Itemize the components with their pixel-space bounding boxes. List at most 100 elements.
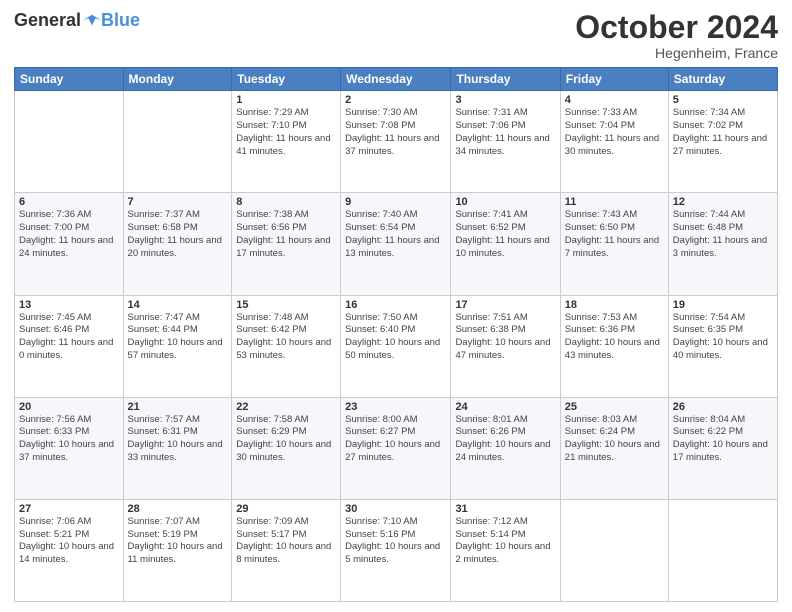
calendar-cell: 29 Sunrise: 7:09 AM Sunset: 5:17 PM Dayl…: [232, 499, 341, 601]
day-detail: Sunrise: 7:07 AM Sunset: 5:19 PM Dayligh…: [128, 516, 228, 567]
day-number: 25: [565, 401, 664, 413]
calendar-cell: 8 Sunrise: 7:38 AM Sunset: 6:56 PM Dayli…: [232, 193, 341, 295]
calendar-week-5: 27 Sunrise: 7:06 AM Sunset: 5:21 PM Dayl…: [15, 499, 778, 601]
day-number: 6: [19, 196, 119, 208]
day-detail: Sunrise: 7:31 AM Sunset: 7:06 PM Dayligh…: [455, 107, 555, 158]
day-number: 27: [19, 503, 119, 515]
day-detail: Sunrise: 7:48 AM Sunset: 6:42 PM Dayligh…: [236, 312, 336, 363]
day-detail: Sunrise: 7:12 AM Sunset: 5:14 PM Dayligh…: [455, 516, 555, 567]
logo-bird-icon: [83, 12, 101, 30]
day-number: 28: [128, 503, 228, 515]
day-number: 2: [345, 94, 446, 106]
calendar-header-row: Sunday Monday Tuesday Wednesday Thursday…: [15, 68, 778, 91]
day-detail: Sunrise: 7:41 AM Sunset: 6:52 PM Dayligh…: [455, 209, 555, 260]
day-number: 24: [455, 401, 555, 413]
day-detail: Sunrise: 8:04 AM Sunset: 6:22 PM Dayligh…: [673, 414, 773, 465]
calendar-cell: 9 Sunrise: 7:40 AM Sunset: 6:54 PM Dayli…: [341, 193, 451, 295]
calendar-cell: 19 Sunrise: 7:54 AM Sunset: 6:35 PM Dayl…: [668, 295, 777, 397]
calendar-cell: 28 Sunrise: 7:07 AM Sunset: 5:19 PM Dayl…: [123, 499, 232, 601]
day-number: 22: [236, 401, 336, 413]
calendar-cell: 26 Sunrise: 8:04 AM Sunset: 6:22 PM Dayl…: [668, 397, 777, 499]
calendar-week-2: 6 Sunrise: 7:36 AM Sunset: 7:00 PM Dayli…: [15, 193, 778, 295]
day-number: 30: [345, 503, 446, 515]
day-number: 5: [673, 94, 773, 106]
day-detail: Sunrise: 7:50 AM Sunset: 6:40 PM Dayligh…: [345, 312, 446, 363]
day-number: 11: [565, 196, 664, 208]
calendar-cell: 4 Sunrise: 7:33 AM Sunset: 7:04 PM Dayli…: [560, 91, 668, 193]
calendar-table: Sunday Monday Tuesday Wednesday Thursday…: [14, 67, 778, 602]
day-detail: Sunrise: 7:45 AM Sunset: 6:46 PM Dayligh…: [19, 312, 119, 363]
day-number: 20: [19, 401, 119, 413]
calendar-cell: 3 Sunrise: 7:31 AM Sunset: 7:06 PM Dayli…: [451, 91, 560, 193]
day-number: 12: [673, 196, 773, 208]
calendar-cell: 12 Sunrise: 7:44 AM Sunset: 6:48 PM Dayl…: [668, 193, 777, 295]
day-number: 16: [345, 299, 446, 311]
calendar-cell: 1 Sunrise: 7:29 AM Sunset: 7:10 PM Dayli…: [232, 91, 341, 193]
day-number: 18: [565, 299, 664, 311]
calendar-cell: [123, 91, 232, 193]
logo: General Blue: [14, 10, 140, 31]
calendar-cell: 11 Sunrise: 7:43 AM Sunset: 6:50 PM Dayl…: [560, 193, 668, 295]
calendar-cell: 31 Sunrise: 7:12 AM Sunset: 5:14 PM Dayl…: [451, 499, 560, 601]
calendar-cell: 10 Sunrise: 7:41 AM Sunset: 6:52 PM Dayl…: [451, 193, 560, 295]
page: General Blue October 2024 Hegenheim, Fra…: [0, 0, 792, 612]
day-number: 7: [128, 196, 228, 208]
calendar-cell: [15, 91, 124, 193]
day-number: 31: [455, 503, 555, 515]
calendar-week-3: 13 Sunrise: 7:45 AM Sunset: 6:46 PM Dayl…: [15, 295, 778, 397]
day-detail: Sunrise: 7:36 AM Sunset: 7:00 PM Dayligh…: [19, 209, 119, 260]
day-number: 9: [345, 196, 446, 208]
day-number: 1: [236, 94, 336, 106]
calendar-week-1: 1 Sunrise: 7:29 AM Sunset: 7:10 PM Dayli…: [15, 91, 778, 193]
day-number: 29: [236, 503, 336, 515]
month-title: October 2024: [575, 10, 778, 45]
col-sunday: Sunday: [15, 68, 124, 91]
day-detail: Sunrise: 7:40 AM Sunset: 6:54 PM Dayligh…: [345, 209, 446, 260]
day-detail: Sunrise: 7:47 AM Sunset: 6:44 PM Dayligh…: [128, 312, 228, 363]
calendar-cell: 15 Sunrise: 7:48 AM Sunset: 6:42 PM Dayl…: [232, 295, 341, 397]
day-detail: Sunrise: 7:38 AM Sunset: 6:56 PM Dayligh…: [236, 209, 336, 260]
day-detail: Sunrise: 7:57 AM Sunset: 6:31 PM Dayligh…: [128, 414, 228, 465]
day-number: 4: [565, 94, 664, 106]
day-number: 13: [19, 299, 119, 311]
calendar-cell: 5 Sunrise: 7:34 AM Sunset: 7:02 PM Dayli…: [668, 91, 777, 193]
day-detail: Sunrise: 7:58 AM Sunset: 6:29 PM Dayligh…: [236, 414, 336, 465]
logo-blue-text: Blue: [101, 10, 140, 31]
day-number: 14: [128, 299, 228, 311]
calendar-cell: 13 Sunrise: 7:45 AM Sunset: 6:46 PM Dayl…: [15, 295, 124, 397]
day-detail: Sunrise: 8:00 AM Sunset: 6:27 PM Dayligh…: [345, 414, 446, 465]
col-saturday: Saturday: [668, 68, 777, 91]
day-detail: Sunrise: 7:43 AM Sunset: 6:50 PM Dayligh…: [565, 209, 664, 260]
calendar-cell: 24 Sunrise: 8:01 AM Sunset: 6:26 PM Dayl…: [451, 397, 560, 499]
calendar-cell: 30 Sunrise: 7:10 AM Sunset: 5:16 PM Dayl…: [341, 499, 451, 601]
calendar-week-4: 20 Sunrise: 7:56 AM Sunset: 6:33 PM Dayl…: [15, 397, 778, 499]
day-detail: Sunrise: 7:30 AM Sunset: 7:08 PM Dayligh…: [345, 107, 446, 158]
day-number: 17: [455, 299, 555, 311]
calendar-cell: 21 Sunrise: 7:57 AM Sunset: 6:31 PM Dayl…: [123, 397, 232, 499]
day-number: 26: [673, 401, 773, 413]
calendar-cell: 16 Sunrise: 7:50 AM Sunset: 6:40 PM Dayl…: [341, 295, 451, 397]
calendar-cell: [560, 499, 668, 601]
day-number: 3: [455, 94, 555, 106]
calendar-cell: 6 Sunrise: 7:36 AM Sunset: 7:00 PM Dayli…: [15, 193, 124, 295]
day-detail: Sunrise: 7:09 AM Sunset: 5:17 PM Dayligh…: [236, 516, 336, 567]
col-wednesday: Wednesday: [341, 68, 451, 91]
day-detail: Sunrise: 7:51 AM Sunset: 6:38 PM Dayligh…: [455, 312, 555, 363]
day-number: 15: [236, 299, 336, 311]
calendar-cell: 14 Sunrise: 7:47 AM Sunset: 6:44 PM Dayl…: [123, 295, 232, 397]
col-friday: Friday: [560, 68, 668, 91]
title-block: October 2024 Hegenheim, France: [575, 10, 778, 61]
calendar-cell: 25 Sunrise: 8:03 AM Sunset: 6:24 PM Dayl…: [560, 397, 668, 499]
day-detail: Sunrise: 7:37 AM Sunset: 6:58 PM Dayligh…: [128, 209, 228, 260]
day-detail: Sunrise: 7:53 AM Sunset: 6:36 PM Dayligh…: [565, 312, 664, 363]
location: Hegenheim, France: [575, 45, 778, 61]
header: General Blue October 2024 Hegenheim, Fra…: [14, 10, 778, 61]
calendar-cell: 2 Sunrise: 7:30 AM Sunset: 7:08 PM Dayli…: [341, 91, 451, 193]
calendar-cell: 7 Sunrise: 7:37 AM Sunset: 6:58 PM Dayli…: [123, 193, 232, 295]
day-detail: Sunrise: 8:03 AM Sunset: 6:24 PM Dayligh…: [565, 414, 664, 465]
day-detail: Sunrise: 7:56 AM Sunset: 6:33 PM Dayligh…: [19, 414, 119, 465]
day-detail: Sunrise: 8:01 AM Sunset: 6:26 PM Dayligh…: [455, 414, 555, 465]
logo-general-text: General: [14, 10, 81, 31]
day-detail: Sunrise: 7:33 AM Sunset: 7:04 PM Dayligh…: [565, 107, 664, 158]
day-detail: Sunrise: 7:34 AM Sunset: 7:02 PM Dayligh…: [673, 107, 773, 158]
